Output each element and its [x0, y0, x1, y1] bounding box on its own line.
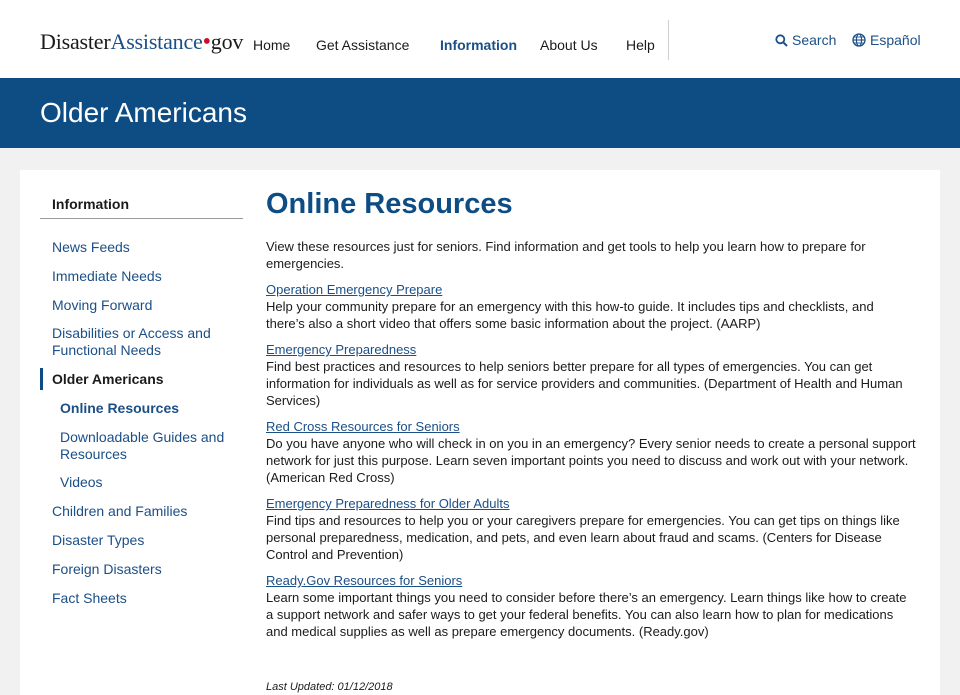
- banner-title: Older Americans: [40, 97, 247, 128]
- sidebar-item-older-americans[interactable]: Older Americans: [52, 371, 232, 388]
- nav-home[interactable]: Home: [253, 37, 290, 53]
- nav-about-us[interactable]: About Us: [540, 37, 598, 53]
- intro-text: View these resources just for seniors. F…: [266, 239, 866, 271]
- logo-text-assistance: Assistance: [110, 29, 203, 54]
- last-updated: Last Updated: 01/12/2018: [266, 681, 393, 693]
- sidebar-item-news-feeds[interactable]: News Feeds: [52, 239, 232, 256]
- sidebar-item-immediate-needs[interactable]: Immediate Needs: [52, 268, 232, 285]
- globe-icon: [852, 33, 866, 47]
- sidebar-item-online-resources[interactable]: Online Resources: [60, 400, 235, 417]
- search-icon: [775, 33, 788, 47]
- resource-item: Red Cross Resources for Seniors Do you h…: [266, 418, 916, 486]
- nav-information[interactable]: Information: [440, 37, 517, 53]
- sidebar-item-fact-sheets[interactable]: Fact Sheets: [52, 590, 232, 607]
- resource-description: Do you have anyone who will check in on …: [266, 436, 916, 485]
- logo-text-gov: gov: [210, 29, 244, 54]
- resource-description: Find best practices and resources to hel…: [266, 359, 903, 408]
- logo-text-disaster: Disaster: [40, 29, 111, 54]
- resource-description: Help your community prepare for an emerg…: [266, 299, 874, 331]
- resource-description: Learn some important things you need to …: [266, 590, 907, 639]
- resource-link-operation-emergency-prepare[interactable]: Operation Emergency Prepare: [266, 281, 442, 298]
- site-logo[interactable]: DisasterAssistance•gov: [40, 29, 243, 56]
- page-title: Online Resources: [266, 188, 513, 220]
- nav-help[interactable]: Help: [626, 37, 655, 53]
- resource-item: Ready.Gov Resources for Seniors Learn so…: [266, 572, 916, 640]
- page-banner: Older Americans: [0, 78, 960, 148]
- nav-divider: [668, 20, 669, 60]
- resource-item: Emergency Preparedness for Older Adults …: [266, 495, 916, 563]
- search-label: Search: [792, 32, 837, 48]
- sidebar-item-foreign-disasters[interactable]: Foreign Disasters: [52, 561, 232, 578]
- sidebar-item-disaster-types[interactable]: Disaster Types: [52, 532, 232, 549]
- sidebar-divider: [40, 218, 243, 219]
- resource-link-ready-gov[interactable]: Ready.Gov Resources for Seniors: [266, 572, 462, 589]
- resource-link-emergency-preparedness[interactable]: Emergency Preparedness: [266, 341, 416, 358]
- resource-item: Emergency Preparedness Find best practic…: [266, 341, 916, 409]
- sidebar-active-indicator: [40, 368, 43, 390]
- sidebar-heading: Information: [52, 196, 129, 212]
- resource-link-red-cross[interactable]: Red Cross Resources for Seniors: [266, 418, 460, 435]
- language-label: Español: [870, 32, 921, 48]
- resource-link-older-adults[interactable]: Emergency Preparedness for Older Adults: [266, 495, 510, 512]
- language-link[interactable]: Español: [852, 32, 921, 48]
- sidebar-item-children-families[interactable]: Children and Families: [52, 503, 232, 520]
- site-header: DisasterAssistance•gov Home Get Assistan…: [0, 0, 960, 78]
- sidebar-item-moving-forward[interactable]: Moving Forward: [52, 297, 232, 314]
- sidebar-item-videos[interactable]: Videos: [60, 474, 235, 491]
- main-content: View these resources just for seniors. F…: [266, 238, 916, 649]
- sidebar-item-downloadable-guides[interactable]: Downloadable Guides and Resources: [60, 429, 235, 463]
- logo-dot: •: [202, 29, 211, 55]
- resource-description: Find tips and resources to help you or y…: [266, 513, 900, 562]
- resource-item: Operation Emergency Prepare Help your co…: [266, 281, 916, 332]
- search-link[interactable]: Search: [775, 32, 836, 48]
- nav-get-assistance[interactable]: Get Assistance: [316, 37, 409, 53]
- sidebar-item-disabilities[interactable]: Disabilities or Access and Functional Ne…: [52, 325, 232, 359]
